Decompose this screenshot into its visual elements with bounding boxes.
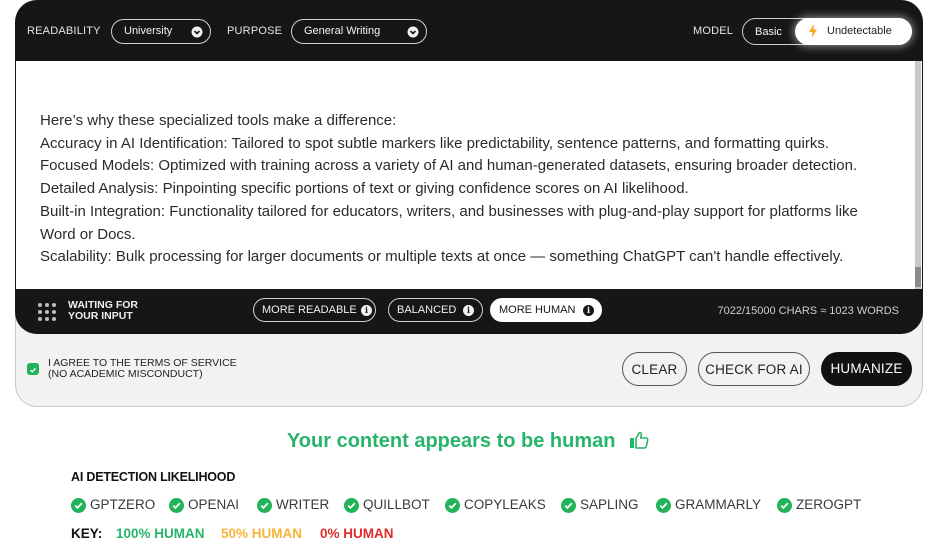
character-counter: 7022/15000 CHARS ≈ 1023 WORDS [717, 305, 899, 317]
text-input-area[interactable]: Here’s why these specialized tools make … [16, 61, 922, 289]
info-icon[interactable]: i [361, 305, 372, 316]
check-circle-icon [344, 498, 359, 513]
input-text[interactable]: Here’s why these specialized tools make … [40, 110, 890, 269]
scrollbar-track[interactable] [915, 61, 921, 289]
info-icon[interactable]: i [583, 305, 594, 316]
detector-name: QUILLBOT [363, 497, 430, 512]
mode-label: BALANCED [397, 304, 457, 316]
grid-dots-icon [38, 303, 56, 321]
mode-label: MORE HUMAN [499, 304, 576, 316]
chevron-down-icon [191, 26, 203, 38]
humanize-button[interactable]: HUMANIZE [821, 352, 912, 386]
model-label: MODEL [693, 25, 734, 37]
editor-panel: READABILITY University PURPOSE General W… [15, 0, 923, 334]
detector-name: SAPLING [580, 497, 639, 512]
key-item: 100% HUMAN [116, 526, 205, 541]
text-paragraph: Focused Models: Optimized with training … [40, 157, 858, 175]
readability-value: University [124, 25, 173, 37]
detector-name: GPTZERO [90, 497, 156, 512]
text-paragraph: Built-in Integration: Functionality tail… [40, 202, 858, 243]
purpose-select[interactable]: General Writing [291, 19, 427, 44]
result-title: Your content appears to be human [286, 430, 616, 452]
purpose-label: PURPOSE [227, 25, 283, 37]
readability-select[interactable]: University [111, 19, 211, 44]
mode-label: MORE READABLE [262, 304, 357, 316]
terms-label[interactable]: I AGREE TO THE TERMS OF SERVICE (NO ACAD… [48, 358, 237, 380]
text-paragraph: Accuracy in AI Identification: Tailored … [40, 134, 830, 152]
editor-status-bar: WAITING FOR YOUR INPUT MORE READABLE i B… [15, 289, 923, 334]
key-label: KEY: [71, 526, 103, 541]
thumbs-up-icon [630, 431, 649, 449]
text-paragraph: Detailed Analysis: Pinpointing specific … [40, 180, 689, 198]
check-circle-icon [656, 498, 671, 513]
model-option-undetectable[interactable]: Undetectable [795, 18, 912, 45]
chevron-down-icon [407, 26, 419, 38]
detector-name: ZEROGPT [796, 497, 862, 512]
mode-more-human-button[interactable]: MORE HUMAN i [490, 298, 602, 322]
editor-toolbar: READABILITY University PURPOSE General W… [15, 0, 923, 61]
check-circle-icon [257, 498, 272, 513]
status-text: WAITING FOR YOUR INPUT [68, 300, 138, 322]
model-option-undetectable-label: Undetectable [827, 25, 892, 37]
check-circle-icon [169, 498, 184, 513]
clear-button[interactable]: CLEAR [622, 352, 687, 386]
model-option-basic[interactable]: Basic [755, 26, 782, 38]
scrollbar-thumb[interactable] [915, 267, 921, 287]
key-item: 50% HUMAN [221, 526, 303, 541]
check-circle-icon [445, 498, 460, 513]
check-circle-icon [561, 498, 576, 513]
info-icon[interactable]: i [463, 305, 474, 316]
model-toggle[interactable]: Basic Undetectable [742, 18, 912, 45]
purpose-value: General Writing [304, 25, 381, 37]
text-paragraph: Here’s why these specialized tools make … [40, 112, 397, 129]
mode-balanced-button[interactable]: BALANCED i [388, 298, 483, 322]
status-line-2: YOUR INPUT [68, 310, 133, 322]
detection-heading: AI DETECTION LIKELIHOOD [71, 470, 236, 484]
detector-name: OPENAI [188, 497, 240, 512]
check-circle-icon [777, 498, 792, 513]
check-for-ai-button[interactable]: CHECK FOR AI [698, 352, 810, 386]
key-item: 0% HUMAN [320, 526, 394, 541]
mode-more-readable-button[interactable]: MORE READABLE i [253, 298, 376, 322]
terms-line-2: (NO ACADEMIC MISCONDUCT) [48, 368, 203, 380]
result-banner: Your content appears to be human [0, 430, 936, 453]
lightning-icon [809, 24, 817, 38]
detector-name: GRAMMARLY [675, 497, 762, 512]
terms-checkbox[interactable] [27, 363, 39, 375]
detector-name: COPYLEAKS [464, 497, 546, 512]
checkmark-icon [30, 367, 36, 373]
check-circle-icon [71, 498, 86, 513]
detector-name: WRITER [276, 497, 330, 512]
readability-label: READABILITY [27, 25, 101, 37]
text-paragraph: Scalability: Bulk processing for larger … [40, 248, 844, 266]
